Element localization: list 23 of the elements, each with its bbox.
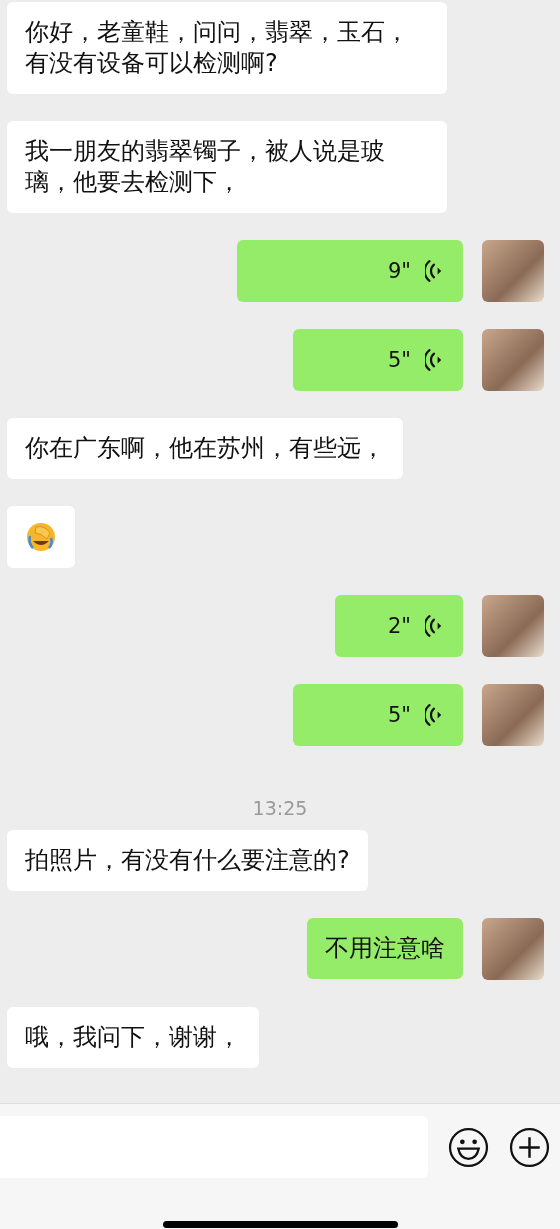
avatar-photo-placeholder[interactable] xyxy=(482,918,544,980)
message-bubble: 你好，老童鞋，问问，翡翠，玉石，有没有设备可以检测啊? xyxy=(7,2,447,94)
voice-wave-icon xyxy=(425,614,443,638)
facepalm-emoji-icon xyxy=(25,521,57,553)
message-bubble: 拍照片，有没有什么要注意的? xyxy=(7,830,368,891)
voice-message[interactable]: 9" xyxy=(237,240,463,302)
voice-wave-icon xyxy=(425,259,443,283)
avatar-photo-placeholder[interactable] xyxy=(482,684,544,746)
voice-message[interactable]: 5" xyxy=(293,329,463,391)
avatar-photo-placeholder[interactable] xyxy=(482,240,544,302)
message-bubble: 不用注意啥 xyxy=(307,918,463,979)
plus-icon[interactable] xyxy=(509,1126,550,1168)
avatar-photo-placeholder[interactable] xyxy=(482,595,544,657)
avatar-photo-placeholder[interactable] xyxy=(482,329,544,391)
message-bubble: 我一朋友的翡翠镯子，被人说是玻璃，他要去检测下， xyxy=(7,121,447,213)
voice-message[interactable]: 5" xyxy=(293,684,463,746)
voice-wave-icon xyxy=(425,703,443,727)
timestamp: 13:25 xyxy=(252,797,308,819)
message-bubble: 哦，我问下，谢谢， xyxy=(7,1007,259,1068)
smiley-icon[interactable] xyxy=(448,1126,489,1168)
voice-message[interactable]: 2" xyxy=(335,595,463,657)
message-bubble: 你在广东啊，他在苏州，有些远， xyxy=(7,418,403,479)
voice-wave-icon xyxy=(425,348,443,372)
